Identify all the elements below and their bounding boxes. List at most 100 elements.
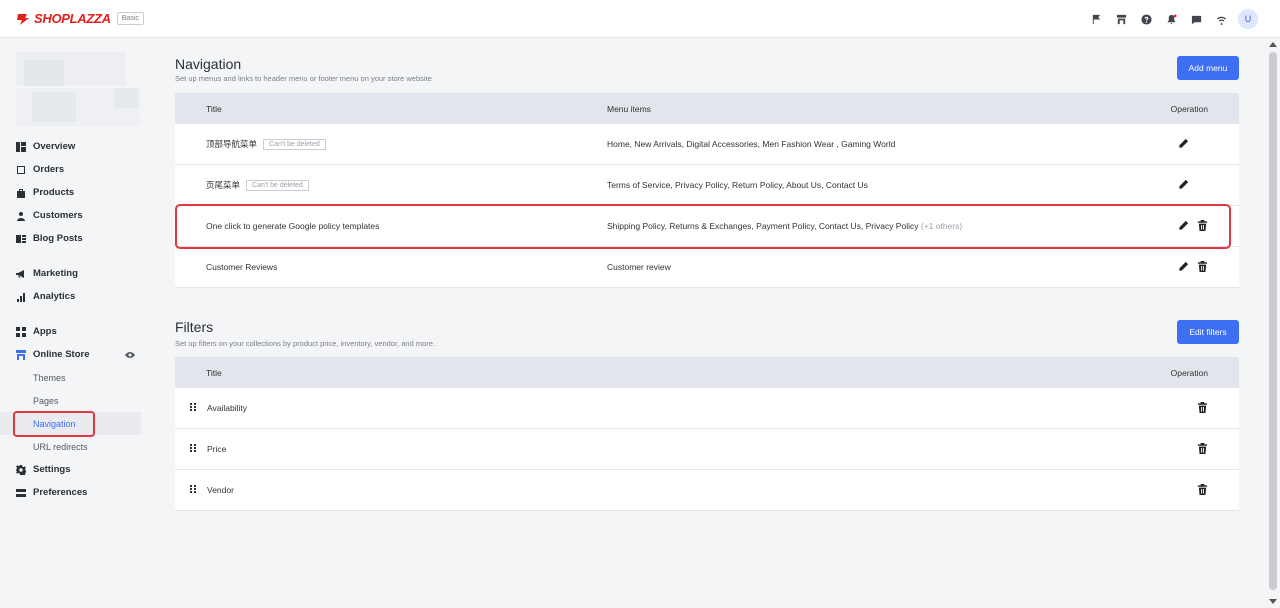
column-header-title: Title bbox=[206, 367, 222, 378]
menu-items-text: Shipping Policy, Returns & Exchanges, Pa… bbox=[607, 221, 919, 231]
scroll-up-arrow-icon[interactable] bbox=[1269, 42, 1277, 47]
sidebar-item-products[interactable]: Products bbox=[0, 181, 150, 204]
sidebar-item-label: Preferences bbox=[33, 487, 88, 498]
trash-icon[interactable] bbox=[1197, 401, 1208, 415]
menu-title: Customer Reviews bbox=[206, 262, 278, 272]
filter-title: Availability bbox=[207, 403, 248, 413]
filter-title: Vendor bbox=[207, 485, 234, 495]
analytics-icon bbox=[16, 292, 26, 302]
sidebar-item-label: Analytics bbox=[33, 291, 76, 302]
wifi-icon[interactable] bbox=[1209, 9, 1234, 29]
edit-icon[interactable] bbox=[1178, 220, 1189, 233]
sidebar-item-label: Apps bbox=[33, 326, 57, 337]
gear-icon bbox=[16, 464, 26, 475]
store-thumbnail[interactable] bbox=[16, 48, 140, 130]
sidebar-item-label: Marketing bbox=[33, 268, 78, 279]
blog-icon bbox=[16, 234, 26, 244]
trash-icon[interactable] bbox=[1197, 260, 1208, 274]
table-row[interactable]: 页尾菜单 Can't be deleted Terms of Service, … bbox=[175, 165, 1239, 206]
sidebar-item-label: Online Store bbox=[33, 349, 90, 360]
table-row[interactable]: 顶部导航菜单 Can't be deleted Home, New Arriva… bbox=[175, 124, 1239, 165]
table-row[interactable]: Availability bbox=[175, 388, 1239, 429]
sidebar-subitem-pages[interactable]: Pages bbox=[0, 389, 150, 412]
sidebar-item-apps[interactable]: Apps bbox=[0, 320, 150, 343]
sidebar-item-label: Overview bbox=[33, 141, 76, 152]
menu-title: One click to generate Google policy temp… bbox=[206, 221, 380, 231]
sidebar-nav: Overview Orders Products Customers Blog … bbox=[0, 135, 150, 504]
column-header-title: Title bbox=[206, 103, 222, 114]
column-header-operation: Operation bbox=[1170, 103, 1208, 114]
preferences-icon bbox=[16, 488, 26, 498]
apps-icon bbox=[16, 326, 26, 337]
menu-items-text: Home, New Arrivals, Digital Accessories,… bbox=[607, 139, 896, 149]
edit-icon[interactable] bbox=[1178, 261, 1189, 274]
sidebar-item-customers[interactable]: Customers bbox=[0, 204, 150, 227]
trash-icon[interactable] bbox=[1197, 442, 1208, 456]
sidebar-item-marketing[interactable]: Marketing bbox=[0, 262, 150, 285]
help-icon[interactable] bbox=[1134, 9, 1159, 29]
sidebar-item-preferences[interactable]: Preferences bbox=[0, 481, 150, 504]
sidebar-item-label: Settings bbox=[33, 464, 71, 475]
table-row[interactable]: Customer Reviews Customer review bbox=[175, 247, 1239, 288]
navigation-description: Set up menus and links to header menu or… bbox=[175, 74, 432, 83]
sidebar-subitem-url-redirects[interactable]: URL redirects bbox=[0, 435, 150, 458]
top-bar: SHOPLAZZA Basic U bbox=[0, 0, 1280, 38]
edit-filters-button[interactable]: Edit filters bbox=[1177, 320, 1239, 344]
navigation-table-header: Title Menu items Operation bbox=[175, 93, 1239, 124]
top-icon-group: U bbox=[1084, 9, 1258, 29]
sidebar-item-online-store[interactable]: Online Store bbox=[0, 343, 150, 366]
sidebar-item-orders[interactable]: Orders bbox=[0, 158, 150, 181]
orders-icon bbox=[16, 165, 26, 175]
menu-items-text: Customer review bbox=[607, 262, 671, 272]
sidebar-item-overview[interactable]: Overview bbox=[0, 135, 150, 158]
store-icon[interactable] bbox=[1109, 9, 1134, 29]
column-header-menu-items: Menu items bbox=[607, 103, 651, 114]
eye-icon[interactable] bbox=[125, 350, 135, 360]
navigation-highlight bbox=[13, 411, 95, 437]
megaphone-icon bbox=[16, 269, 26, 279]
sidebar-subitem-navigation[interactable]: Navigation bbox=[0, 411, 141, 437]
customers-icon bbox=[16, 211, 26, 221]
drag-handle-icon[interactable] bbox=[189, 403, 197, 413]
sidebar-subitem-themes[interactable]: Themes bbox=[0, 366, 150, 389]
sidebar: Overview Orders Products Customers Blog … bbox=[0, 38, 150, 608]
filters-title: Filters bbox=[175, 319, 214, 335]
brand-logo[interactable]: SHOPLAZZA bbox=[16, 11, 111, 26]
plan-badge: Basic bbox=[116, 12, 144, 25]
menu-items-text: Terms of Service, Privacy Policy, Return… bbox=[607, 180, 868, 190]
drag-handle-icon[interactable] bbox=[189, 444, 197, 454]
filters-table-header: Title Operation bbox=[175, 357, 1239, 388]
drag-handle-icon[interactable] bbox=[189, 485, 197, 495]
page-scrollbar[interactable] bbox=[1266, 38, 1280, 608]
table-row[interactable]: One click to generate Google policy temp… bbox=[175, 206, 1239, 247]
cannot-delete-tag: Can't be deleted bbox=[263, 138, 326, 150]
sidebar-item-blog-posts[interactable]: Blog Posts bbox=[0, 227, 150, 250]
filter-title: Price bbox=[207, 444, 227, 454]
products-icon bbox=[16, 188, 26, 198]
table-row[interactable]: Price bbox=[175, 429, 1239, 470]
sidebar-item-label: Customers bbox=[33, 210, 83, 221]
brand-name: SHOPLAZZA bbox=[34, 11, 111, 26]
message-icon[interactable] bbox=[1184, 9, 1209, 29]
overview-icon bbox=[16, 141, 26, 152]
trash-icon[interactable] bbox=[1197, 483, 1208, 497]
store-icon bbox=[16, 349, 26, 360]
sidebar-item-analytics[interactable]: Analytics bbox=[0, 285, 150, 308]
add-menu-button[interactable]: Add menu bbox=[1177, 56, 1239, 80]
edit-icon[interactable] bbox=[1178, 179, 1189, 192]
navigation-table: Title Menu items Operation 顶部导航菜单 Can't … bbox=[175, 93, 1239, 288]
shoplazza-logo-icon bbox=[16, 13, 30, 25]
menu-title: 顶部导航菜单 bbox=[206, 139, 258, 149]
sidebar-item-label: Products bbox=[33, 187, 75, 198]
edit-icon[interactable] bbox=[1178, 138, 1189, 151]
bell-icon[interactable] bbox=[1159, 9, 1184, 29]
flag-icon[interactable] bbox=[1084, 9, 1109, 29]
scroll-down-arrow-icon[interactable] bbox=[1269, 599, 1277, 604]
sidebar-item-label: Blog Posts bbox=[33, 233, 83, 244]
avatar[interactable]: U bbox=[1238, 9, 1258, 29]
column-header-operation: Operation bbox=[1170, 367, 1208, 378]
table-row[interactable]: Vendor bbox=[175, 470, 1239, 511]
scrollbar-thumb[interactable] bbox=[1269, 52, 1277, 590]
trash-icon[interactable] bbox=[1197, 219, 1208, 233]
sidebar-item-settings[interactable]: Settings bbox=[0, 458, 150, 481]
